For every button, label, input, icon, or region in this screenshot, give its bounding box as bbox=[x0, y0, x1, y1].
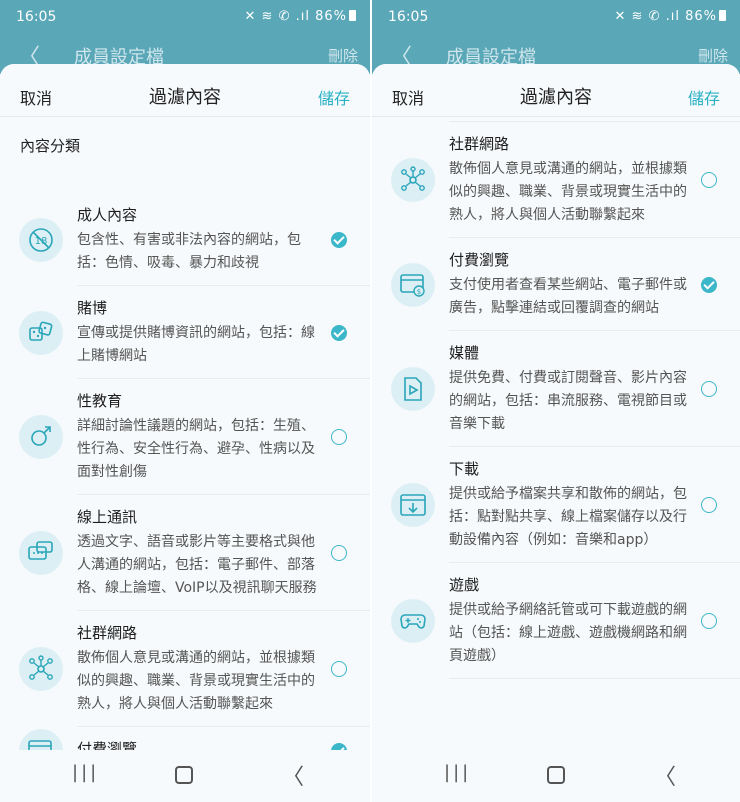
recent-apps-icon[interactable]: ||| bbox=[72, 762, 99, 783]
chat-icon bbox=[19, 531, 63, 575]
category-name: 性教育 bbox=[77, 392, 123, 410]
paid-browser-icon: $ bbox=[19, 729, 63, 750]
category-list-viewport[interactable]: 內容分類 18 成人內容包含性、有害或非法內容的網站，包括：色情、吸毒、暴力和歧視… bbox=[0, 117, 370, 750]
svg-text:$: $ bbox=[417, 288, 421, 296]
category-description: 部落格、線上論壇、VoIP以及視訊聊天服務 bbox=[449, 117, 740, 121]
category-description: 透過文字、語音或影片等主要格式與他人溝通的網站，包括：電子郵件、部落格、線上論壇… bbox=[77, 534, 317, 596]
media-play-icon bbox=[391, 367, 435, 411]
home-icon[interactable] bbox=[175, 766, 193, 784]
recent-apps-icon[interactable]: ||| bbox=[444, 762, 471, 783]
category-item[interactable]: $ 付費瀏覽 bbox=[19, 727, 370, 750]
paid-browser-icon: $ bbox=[391, 263, 435, 307]
category-name: 遊戲 bbox=[449, 576, 480, 594]
category-description: 散佈個人意見或溝通的網站，並根據類似的興趣、職業、背景或現實生活中的熟人，將人與… bbox=[77, 650, 315, 712]
filter-sheet: 取消 過濾內容 儲存 內容分類 18 成人內容包含性、有害或非法內容的網站，包括：… bbox=[0, 64, 370, 802]
category-description: 支付使用者查看某些網站、電子郵件或廣告，點擊連結或回覆調查的網站 bbox=[449, 277, 687, 316]
gender-icon bbox=[19, 415, 63, 459]
unchecked-circle-icon[interactable] bbox=[331, 429, 347, 445]
unchecked-circle-icon[interactable] bbox=[701, 172, 717, 188]
checked-circle-icon[interactable] bbox=[701, 277, 717, 293]
adult-content-icon: 18 bbox=[19, 218, 63, 262]
right-screen: 16:05 ✕ ≋ ✆ .ıl 86% 〈 成員設定檔 刪除 取消 過濾內容 儲… bbox=[372, 0, 740, 802]
category-list: 內容分類 18 成人內容包含性、有害或非法內容的網站，包括：色情、吸毒、暴力和歧視… bbox=[0, 135, 370, 750]
category-list-viewport[interactable]: 部落格、線上論壇、VoIP以及視訊聊天服務社群網路散佈個人意見或溝通的網站，並根… bbox=[372, 117, 740, 750]
sheet-title: 過濾內容 bbox=[520, 87, 592, 108]
category-name: 成人內容 bbox=[77, 206, 138, 224]
section-title: 內容分類 bbox=[20, 137, 81, 155]
category-description: 提供或給予網絡託管或可下載遊戲的網站（包括：線上遊戲、遊戲機網路和網頁遊戲） bbox=[449, 602, 687, 664]
unchecked-circle-icon[interactable] bbox=[701, 381, 717, 397]
system-nav-bar: ||| 〈 bbox=[372, 750, 740, 802]
network-icon bbox=[391, 158, 435, 202]
unchecked-circle-icon[interactable] bbox=[331, 661, 347, 677]
category-item[interactable]: 遊戲提供或給予網絡託管或可下載遊戲的網站（包括：線上遊戲、遊戲機網路和網頁遊戲） bbox=[391, 563, 740, 679]
category-name: 下載 bbox=[449, 460, 480, 478]
status-bar: 16:05 ✕ ≋ ✆ .ıl 86% bbox=[372, 0, 740, 34]
status-time: 16:05 bbox=[16, 9, 57, 25]
download-icon bbox=[391, 483, 435, 527]
category-description: 提供免費、付費或訂閱聲音、影片內容的網站，包括：串流服務、電視節目或音樂下載 bbox=[449, 370, 687, 432]
sheet-header: 取消 過濾內容 儲存 bbox=[372, 64, 740, 117]
category-name: 賭博 bbox=[77, 299, 108, 317]
category-name: 付費瀏覽 bbox=[77, 740, 138, 750]
status-time: 16:05 bbox=[388, 9, 429, 25]
category-item[interactable]: 線上通訊透過文字、語音或影片等主要格式與他人溝通的網站，包括：電子郵件、部落格、… bbox=[19, 495, 370, 611]
sheet-header: 取消 過濾內容 儲存 bbox=[0, 64, 370, 117]
category-name: 媒體 bbox=[449, 344, 480, 362]
category-name: 社群網路 bbox=[449, 135, 510, 153]
battery-percent: 86% bbox=[315, 9, 347, 24]
left-screen: 16:05 ✕ ≋ ✆ .ıl 86% 〈 成員設定檔 刪除 取消 過濾內容 儲… bbox=[0, 0, 370, 802]
category-description: 宣傳或提供賭博資訊的網站，包括：線上賭博網站 bbox=[77, 325, 315, 364]
filter-sheet: 取消 過濾內容 儲存 部落格、線上論壇、VoIP以及視訊聊天服務社群網路散佈個人… bbox=[372, 64, 740, 802]
sheet-title: 過濾內容 bbox=[149, 87, 221, 108]
home-icon[interactable] bbox=[547, 766, 565, 784]
category-item[interactable]: 下載提供或給予檔案共享和散佈的網站，包括：點對點共享、線上檔案儲存以及行動設備內… bbox=[391, 447, 740, 563]
save-button[interactable]: 儲存 bbox=[318, 85, 350, 109]
category-item[interactable]: 18 成人內容包含性、有害或非法內容的網站，包括：色情、吸毒、暴力和歧視 bbox=[19, 193, 370, 286]
nav-back-icon[interactable]: 〈 bbox=[654, 759, 676, 791]
status-icons: ✕ ≋ ✆ .ıl 86% bbox=[615, 9, 726, 24]
category-description: 散佈個人意見或溝通的網站，並根據類似的興趣、職業、背景或現實生活中的熟人，將人與… bbox=[449, 161, 687, 223]
category-item[interactable]: 性教育詳細討論性議題的網站，包括：生殖、性行為、安全性行為、避孕、性病以及面對性… bbox=[19, 379, 370, 495]
gamepad-icon bbox=[391, 599, 435, 643]
category-item[interactable]: 賭博宣傳或提供賭博資訊的網站，包括：線上賭博網站 bbox=[19, 286, 370, 379]
category-item[interactable]: 媒體提供免費、付費或訂閱聲音、影片內容的網站，包括：串流服務、電視節目或音樂下載 bbox=[391, 331, 740, 447]
category-name: 付費瀏覽 bbox=[449, 251, 510, 269]
dice-icon bbox=[19, 311, 63, 355]
category-description: 包含性、有害或非法內容的網站，包括：色情、吸毒、暴力和歧視 bbox=[77, 232, 301, 271]
battery-percent: 86% bbox=[685, 9, 717, 24]
delete-button[interactable]: 刪除 bbox=[328, 45, 358, 66]
nav-back-icon[interactable]: 〈 bbox=[282, 759, 304, 791]
category-item[interactable]: 社群網路散佈個人意見或溝通的網站，並根據類似的興趣、職業、背景或現實生活中的熟人… bbox=[19, 611, 370, 727]
network-icon bbox=[19, 647, 63, 691]
status-icons: ✕ ≋ ✆ .ıl 86% bbox=[245, 9, 356, 24]
battery-icon bbox=[719, 10, 726, 21]
status-bar: 16:05 ✕ ≋ ✆ .ıl 86% bbox=[0, 0, 370, 34]
system-nav-bar: ||| 〈 bbox=[0, 750, 370, 802]
unchecked-circle-icon[interactable] bbox=[331, 545, 347, 561]
delete-button[interactable]: 刪除 bbox=[698, 45, 728, 66]
category-list: 部落格、線上論壇、VoIP以及視訊聊天服務社群網路散佈個人意見或溝通的網站，並根… bbox=[372, 117, 740, 679]
category-name: 線上通訊 bbox=[77, 508, 138, 526]
save-button[interactable]: 儲存 bbox=[688, 85, 720, 109]
unchecked-circle-icon[interactable] bbox=[701, 613, 717, 629]
checked-circle-icon[interactable] bbox=[331, 325, 347, 341]
category-description: 提供或給予檔案共享和散佈的網站，包括：點對點共享、線上檔案儲存以及行動設備內容（… bbox=[449, 486, 687, 548]
battery-icon bbox=[349, 10, 356, 21]
unchecked-circle-icon[interactable] bbox=[701, 497, 717, 513]
category-item[interactable]: 社群網路散佈個人意見或溝通的網站，並根據類似的興趣、職業、背景或現實生活中的熟人… bbox=[391, 122, 740, 238]
checked-circle-icon[interactable] bbox=[331, 232, 347, 248]
category-description: 詳細討論性議題的網站，包括：生殖、性行為、安全性行為、避孕、性病以及面對性創傷 bbox=[77, 418, 315, 480]
category-name: 社群網路 bbox=[77, 624, 138, 642]
category-item[interactable]: $ 付費瀏覽支付使用者查看某些網站、電子郵件或廣告，點擊連結或回覆調查的網站 bbox=[391, 238, 740, 331]
